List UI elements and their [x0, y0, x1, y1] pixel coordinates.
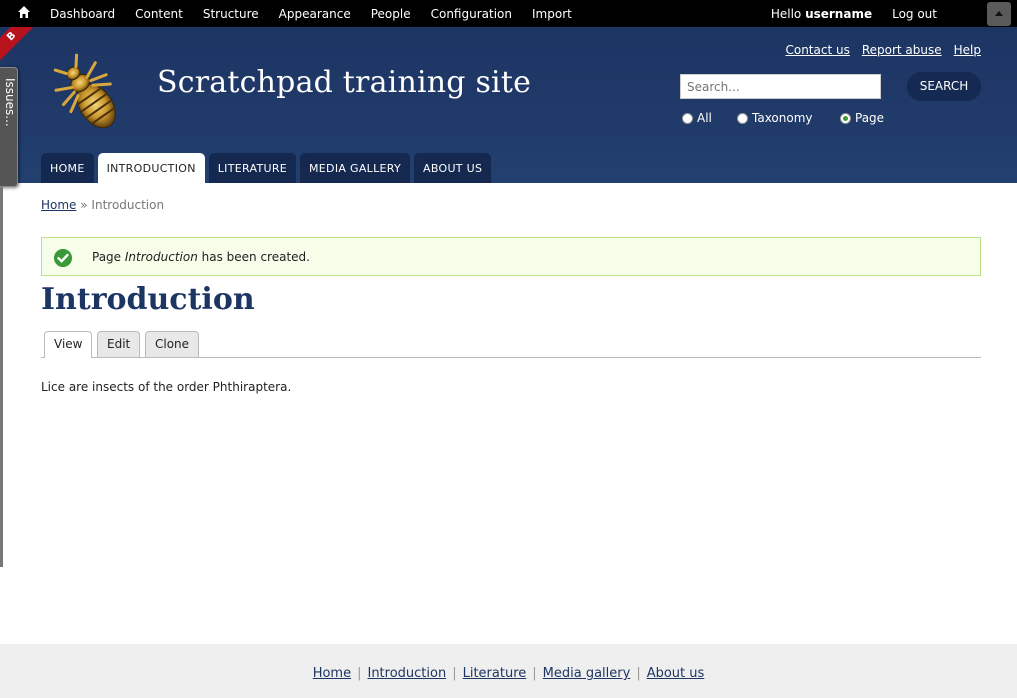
radio-all[interactable]: [682, 112, 693, 124]
beta-ribbon: B: [0, 27, 40, 67]
search-input[interactable]: [680, 74, 881, 99]
search-option-taxonomy[interactable]: Taxonomy: [737, 111, 813, 125]
louse-logo[interactable]: [44, 52, 136, 142]
nav-tab-introduction[interactable]: INTRODUCTION: [97, 153, 205, 183]
admin-menu-content[interactable]: Content: [125, 7, 193, 21]
issues-tab[interactable]: Issues...: [0, 67, 18, 187]
status-message-text: Page Introduction has been created.: [92, 250, 310, 264]
greeting-prefix: Hello: [770, 6, 806, 21]
logout-link[interactable]: Log out: [892, 7, 937, 21]
tab-edit[interactable]: Edit: [97, 331, 141, 357]
footer-link-literature[interactable]: Literature: [463, 666, 527, 681]
breadcrumb: Home » Introduction: [41, 198, 164, 212]
admin-menu-dashboard[interactable]: Dashboard: [40, 7, 125, 21]
status-message: Page Introduction has been created.: [41, 237, 981, 276]
contact-us-link[interactable]: Contact us: [785, 43, 849, 57]
footer-link-about-us[interactable]: About us: [647, 666, 705, 681]
page-body: Lice are insects of the order Phthirapte…: [41, 380, 292, 394]
footer-separator: |: [636, 666, 641, 681]
footer: Home | Introduction | Literature | Media galle…: [0, 644, 1017, 698]
page-title: Introduction: [41, 282, 255, 317]
report-abuse-link[interactable]: Report abuse: [862, 43, 942, 57]
status-message-prefix: Page: [92, 250, 125, 264]
radio-taxonomy-label: Taxonomy: [752, 111, 813, 125]
status-message-suffix: has been created.: [197, 250, 310, 264]
radio-page-label: Page: [855, 111, 885, 125]
tab-view[interactable]: View: [44, 331, 93, 358]
footer-link-home[interactable]: Home: [313, 666, 351, 681]
greeting: Hello username: [771, 7, 872, 21]
help-link[interactable]: Help: [954, 43, 981, 57]
breadcrumb-separator: »: [76, 198, 92, 212]
footer-separator: |: [357, 666, 362, 681]
nav-tab-media-gallery[interactable]: MEDIA GALLERY: [300, 153, 411, 183]
search-option-all[interactable]: All: [682, 111, 712, 125]
check-icon: [54, 249, 72, 267]
status-message-item: Introduction: [124, 250, 198, 264]
footer-separator: |: [532, 666, 537, 681]
radio-taxonomy[interactable]: [737, 112, 748, 124]
search-option-page[interactable]: Page: [840, 111, 884, 125]
footer-link-media-gallery[interactable]: Media gallery: [543, 666, 631, 681]
breadcrumb-home[interactable]: Home: [41, 198, 76, 212]
beta-ribbon-text: B: [0, 27, 40, 67]
radio-page[interactable]: [840, 112, 851, 124]
user-area: Hello username Log out: [771, 0, 937, 27]
secondary-links: Contact us Report abuse Help: [785, 43, 981, 57]
main-nav: HOME INTRODUCTION LITERATURE MEDIA GALLE…: [41, 153, 492, 183]
breadcrumb-current: Introduction: [91, 198, 165, 212]
toolbar-collapse-button[interactable]: [987, 2, 1011, 26]
site-name[interactable]: Scratchpad training site: [157, 65, 531, 100]
admin-menu-structure[interactable]: Structure: [193, 7, 269, 21]
footer-link-introduction[interactable]: Introduction: [367, 666, 446, 681]
admin-menu-appearance[interactable]: Appearance: [269, 7, 361, 21]
radio-all-label: All: [697, 111, 712, 125]
admin-menu-configuration[interactable]: Configuration: [421, 7, 522, 21]
admin-menu: Dashboard Content Structure Appearance P…: [40, 0, 582, 27]
local-tabs: View Edit Clone: [41, 331, 981, 358]
nav-tab-about-us[interactable]: ABOUT US: [414, 153, 492, 183]
issues-tab-label: Issues...: [3, 78, 17, 127]
admin-menu-import[interactable]: Import: [522, 7, 582, 21]
tab-clone[interactable]: Clone: [145, 331, 200, 357]
admin-toolbar: Dashboard Content Structure Appearance P…: [0, 0, 1017, 27]
search-button[interactable]: SEARCH: [907, 72, 981, 101]
nav-tab-home[interactable]: HOME: [41, 153, 94, 183]
footer-separator: |: [452, 666, 457, 681]
footer-links: Home | Introduction | Literature | Media galle…: [0, 666, 1017, 681]
home-icon[interactable]: [17, 5, 31, 19]
username[interactable]: username: [805, 7, 872, 21]
admin-menu-people[interactable]: People: [361, 7, 421, 21]
issues-panel-edge: [0, 187, 3, 567]
nav-tab-literature[interactable]: LITERATURE: [208, 153, 297, 183]
